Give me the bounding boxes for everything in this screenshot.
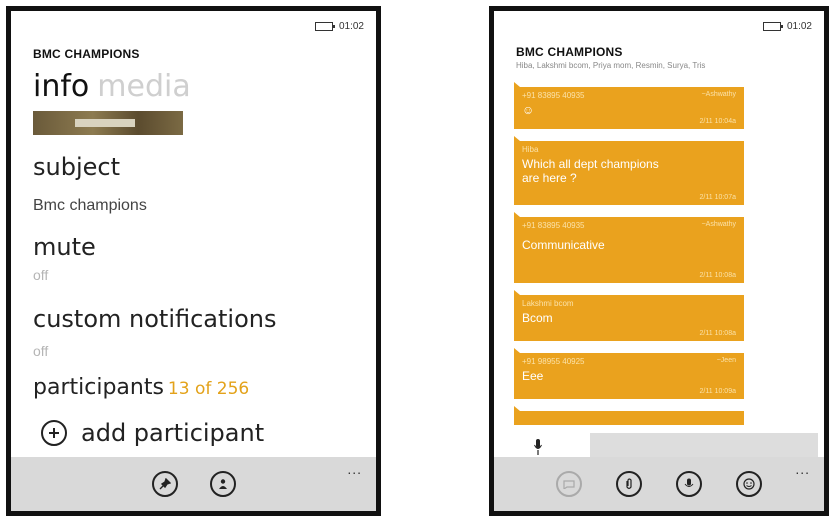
group-photo[interactable] bbox=[33, 111, 183, 135]
app-bar: ... bbox=[494, 457, 824, 511]
subject-value[interactable]: Bmc champions bbox=[33, 197, 147, 215]
pivot-header: info media bbox=[33, 69, 191, 104]
subject-label[interactable]: subject bbox=[33, 153, 120, 181]
more-options-button[interactable]: ... bbox=[795, 461, 810, 477]
pivot-media-tab[interactable]: media bbox=[97, 69, 190, 104]
bubble-tail bbox=[514, 82, 520, 87]
bubble-tail bbox=[514, 136, 520, 141]
status-time: 01:02 bbox=[786, 21, 812, 32]
participants-list-line: Hiba, Lakshmi bcom, Priya mom, Resmin, S… bbox=[516, 61, 706, 70]
message-bubble[interactable]: +91 83895 40935 ~Ashwathy Communicative … bbox=[514, 212, 744, 283]
message-time: 2/11 10:08a bbox=[699, 272, 736, 279]
status-bar: 01:02 bbox=[762, 21, 812, 32]
emoji-picker-icon[interactable] bbox=[736, 471, 762, 497]
message-bubble[interactable]: +91 98955 40925 ~Jeen Eee 2/11 10:09a bbox=[514, 348, 744, 399]
message-meta: ~Jeen bbox=[716, 357, 736, 364]
more-options-button[interactable]: ... bbox=[347, 461, 362, 477]
message-time: 2/11 10:04a bbox=[699, 118, 736, 125]
pin-icon[interactable] bbox=[151, 471, 178, 497]
message-text: Eee bbox=[522, 369, 544, 383]
photo-caption-strip bbox=[75, 119, 135, 127]
message-meta: ~Ashwathy bbox=[701, 91, 736, 98]
chat-title[interactable]: BMC CHAMPIONS bbox=[516, 45, 623, 59]
contact-icon[interactable] bbox=[209, 471, 236, 497]
message-meta: ~Ashwathy bbox=[701, 221, 736, 228]
status-time: 01:02 bbox=[338, 21, 364, 32]
microphone-icon[interactable] bbox=[534, 439, 542, 455]
voice-note-icon[interactable] bbox=[676, 471, 702, 497]
battery-icon bbox=[762, 22, 783, 31]
status-bar: 01:02 bbox=[314, 21, 364, 32]
send-icon[interactable] bbox=[556, 471, 582, 497]
add-circle-icon bbox=[41, 420, 67, 446]
bubble-tail bbox=[514, 290, 520, 295]
message-text: Which all dept champions are here ? bbox=[522, 157, 659, 185]
message-text: Bcom bbox=[522, 311, 553, 325]
battery-icon bbox=[314, 22, 335, 31]
participants-count: 13 of 256 bbox=[167, 379, 250, 399]
emoji-icon: ☺ bbox=[522, 103, 535, 117]
bubble-tail bbox=[514, 406, 520, 411]
message-time: 2/11 10:09a bbox=[699, 388, 736, 395]
participants-header: participants 13 of 256 bbox=[33, 375, 249, 400]
add-participant-label: add participant bbox=[81, 419, 265, 447]
message-bubble[interactable]: +91 83895 40935 ~Ashwathy ☺ 2/11 10:04a bbox=[514, 82, 744, 129]
message-text: Communicative bbox=[522, 238, 605, 252]
bubble-tail bbox=[514, 212, 520, 217]
group-title: BMC CHAMPIONS bbox=[33, 47, 140, 61]
custom-notifications-label[interactable]: custom notifications bbox=[33, 305, 276, 333]
chat-screen: 01:02 BMC CHAMPIONS Hiba, Lakshmi bcom, … bbox=[489, 6, 829, 516]
pivot-info-tab[interactable]: info bbox=[33, 69, 89, 104]
group-info-screen: 01:02 BMC CHAMPIONS info media subject Bm… bbox=[6, 6, 381, 516]
message-time: 2/11 10:08a bbox=[699, 330, 736, 337]
participants-label: participants bbox=[33, 375, 164, 400]
attach-icon[interactable] bbox=[616, 471, 642, 497]
message-time: 2/11 10:07a bbox=[699, 194, 736, 201]
message-bubble[interactable]: Lakshmi bcom Bcom 2/11 10:08a bbox=[514, 290, 744, 341]
message-sender: Hiba bbox=[522, 145, 539, 154]
mute-label[interactable]: mute bbox=[33, 233, 96, 261]
message-sender: +91 98955 40925 bbox=[522, 357, 585, 366]
message-bubble[interactable]: Hiba Which all dept champions are here ?… bbox=[514, 136, 744, 205]
message-bubble-partial[interactable] bbox=[514, 406, 744, 425]
app-bar: ... bbox=[11, 457, 376, 511]
mute-value[interactable]: off bbox=[33, 267, 48, 283]
bubble-tail bbox=[514, 348, 520, 353]
message-sender: Lakshmi bcom bbox=[522, 299, 574, 308]
add-participant-button[interactable]: add participant bbox=[41, 419, 264, 447]
custom-notifications-value[interactable]: off bbox=[33, 343, 48, 359]
